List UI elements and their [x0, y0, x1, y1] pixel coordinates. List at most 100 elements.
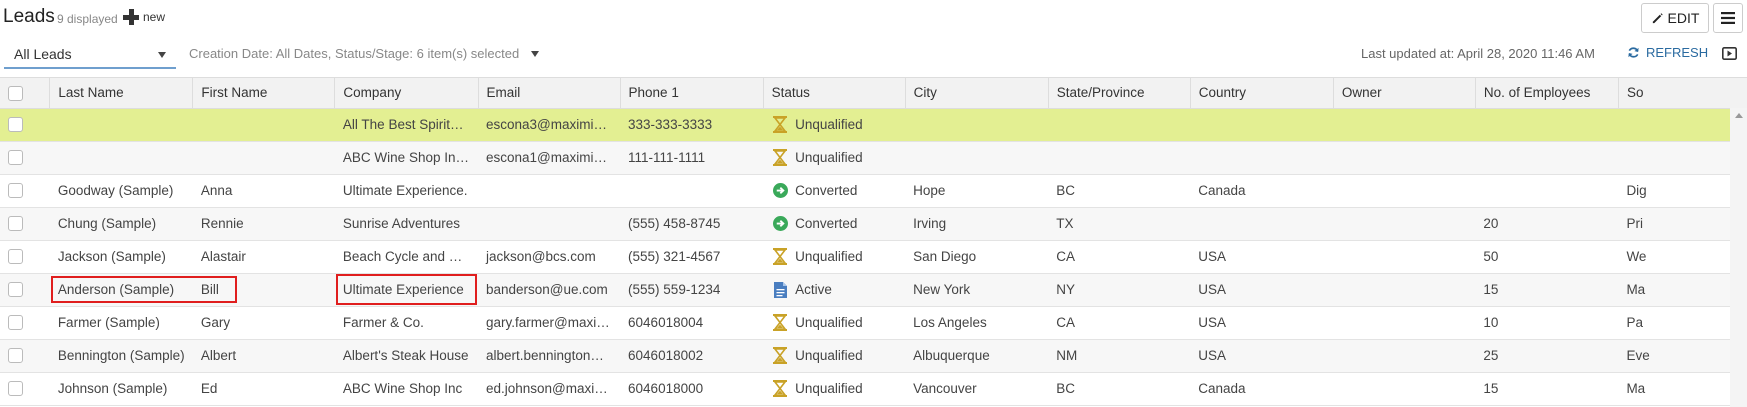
scroll-up-arrow-icon[interactable]: [1735, 113, 1743, 118]
country-cell: USA: [1190, 306, 1334, 340]
country-cell: [1190, 108, 1334, 142]
company-cell: ABC Wine Shop Inc: [334, 372, 478, 406]
company-cell: Sunrise Adventures: [334, 207, 478, 241]
row-checkbox[interactable]: [8, 381, 23, 397]
country-cell: USA: [1190, 273, 1334, 307]
new-lead-button[interactable]: new: [122, 8, 165, 26]
first-name-cell: Gary: [192, 306, 335, 340]
phone-cell: (555) 559-1234: [620, 273, 764, 307]
table-row[interactable]: Anderson (Sample) Bill Ultimate Experience…: [0, 273, 1747, 307]
column-header[interactable]: No. of Employees: [1475, 78, 1619, 109]
play-video-icon[interactable]: [1722, 47, 1737, 60]
employees-cell: 10: [1475, 306, 1619, 340]
country-cell: Canada: [1190, 372, 1334, 406]
column-header[interactable]: Email: [478, 78, 621, 109]
column-header[interactable]: Phone 1: [620, 78, 764, 109]
hourglass-icon: [771, 314, 789, 332]
source-cell: Eve: [1618, 339, 1747, 373]
column-header[interactable]: Company: [334, 78, 479, 109]
source-cell: We: [1618, 240, 1747, 274]
row-checkbox[interactable]: [8, 249, 23, 265]
last-name-cell: Chung (Sample): [49, 207, 193, 241]
table-row[interactable]: Goodway (Sample) Anna Ultimate Experience.…: [0, 174, 1747, 208]
arrow-right-circle-icon: [771, 182, 789, 200]
employees-cell: [1475, 174, 1619, 208]
state-cell: [1048, 141, 1191, 175]
table-row[interactable]: Chung (Sample) Rennie Sunrise Adventures (5…: [0, 207, 1747, 241]
owner-cell: [1333, 141, 1476, 175]
pencil-icon: [1652, 12, 1663, 23]
state-cell: [1048, 108, 1191, 142]
owner-cell: [1333, 174, 1476, 208]
row-checkbox[interactable]: [8, 150, 23, 166]
column-header[interactable]: First Name: [192, 78, 336, 109]
city-cell: Irving: [905, 207, 1049, 241]
source-cell: Ma: [1618, 372, 1747, 406]
row-checkbox[interactable]: [8, 216, 23, 232]
employees-cell: 50: [1475, 240, 1619, 274]
company-cell: Ultimate Experience: [334, 273, 478, 307]
filter-criteria-dropdown[interactable]: Creation Date: All Dates, Status/Stage: …: [189, 46, 539, 61]
edit-button[interactable]: EDIT: [1641, 3, 1709, 33]
row-checkbox[interactable]: [8, 183, 23, 199]
table-row[interactable]: Bennington (Sample) Albert Albert's Steak …: [0, 339, 1747, 373]
source-cell: Dig: [1618, 174, 1747, 208]
arrow-right-circle-icon: [771, 215, 789, 233]
filter-criteria-text: Creation Date: All Dates, Status/Stage: …: [189, 46, 520, 61]
row-checkbox[interactable]: [8, 348, 23, 364]
company-cell: All The Best Spirits …: [334, 108, 478, 142]
column-header[interactable]: State/Province: [1048, 78, 1191, 109]
phone-cell: 333-333-3333: [620, 108, 764, 142]
header-bar: Leads 9 displayed new EDIT: [0, 0, 1747, 36]
phone-cell: 6046018002: [620, 339, 764, 373]
edit-label: EDIT: [1667, 10, 1700, 26]
column-header[interactable]: City: [905, 78, 1049, 109]
hourglass-icon: [771, 248, 789, 266]
table-row[interactable]: Farmer (Sample) Gary Farmer & Co. gary.farm…: [0, 306, 1747, 340]
table-row[interactable]: Johnson (Sample) Ed ABC Wine Shop Inc ed.jo…: [0, 372, 1747, 406]
hamburger-icon: [1721, 12, 1735, 24]
first-name-cell: [192, 141, 335, 175]
row-select-cell: [0, 174, 50, 208]
email-cell: [478, 207, 621, 241]
first-name-cell: Rennie: [192, 207, 335, 241]
refresh-label: REFRESH: [1646, 45, 1709, 60]
column-header[interactable]: So: [1618, 78, 1747, 109]
refresh-button[interactable]: REFRESH: [1627, 45, 1708, 60]
page-title: Leads: [3, 6, 55, 27]
status-label: Unqualified: [795, 381, 863, 396]
state-cell: BC: [1048, 372, 1191, 406]
column-header[interactable]: Owner: [1333, 78, 1476, 109]
status-cell: Unqualified: [763, 108, 906, 142]
new-label: new: [143, 10, 166, 24]
row-checkbox[interactable]: [8, 117, 23, 133]
table-row[interactable]: Jackson (Sample) Alastair Beach Cycle and …: [0, 240, 1747, 274]
status-cell: Unqualified: [763, 339, 906, 373]
hourglass-icon: [771, 149, 789, 167]
table-row[interactable]: ABC Wine Shop Inc.… escona1@maximiz… 111-1…: [0, 141, 1747, 175]
table-row[interactable]: All The Best Spirits … escona3@maximiz… 33…: [0, 108, 1747, 142]
menu-button[interactable]: [1713, 3, 1743, 33]
column-header[interactable]: Status: [763, 78, 906, 109]
select-all-checkbox[interactable]: [8, 85, 23, 101]
last-name-cell: [49, 108, 193, 142]
state-cell: CA: [1048, 306, 1191, 340]
owner-cell: [1333, 372, 1476, 406]
row-select-cell: [0, 306, 50, 340]
row-checkbox[interactable]: [8, 315, 23, 331]
view-dropdown[interactable]: All Leads: [4, 39, 176, 69]
email-cell: jackson@bcs.com: [478, 240, 621, 274]
column-header[interactable]: Country: [1190, 78, 1334, 109]
row-checkbox[interactable]: [8, 282, 23, 298]
last-name-cell: [49, 141, 193, 175]
status-label: Unqualified: [795, 315, 863, 330]
vertical-scrollbar[interactable]: [1730, 108, 1747, 407]
column-header[interactable]: Last Name: [49, 78, 194, 109]
source-cell: [1618, 141, 1747, 175]
displayed-count: 9 displayed: [57, 12, 118, 26]
company-cell: Albert's Steak House: [334, 339, 478, 373]
country-cell: USA: [1190, 339, 1334, 373]
last-name-cell: Anderson (Sample): [49, 273, 193, 307]
first-name-cell: [192, 108, 335, 142]
city-cell: Los Angeles: [905, 306, 1049, 340]
